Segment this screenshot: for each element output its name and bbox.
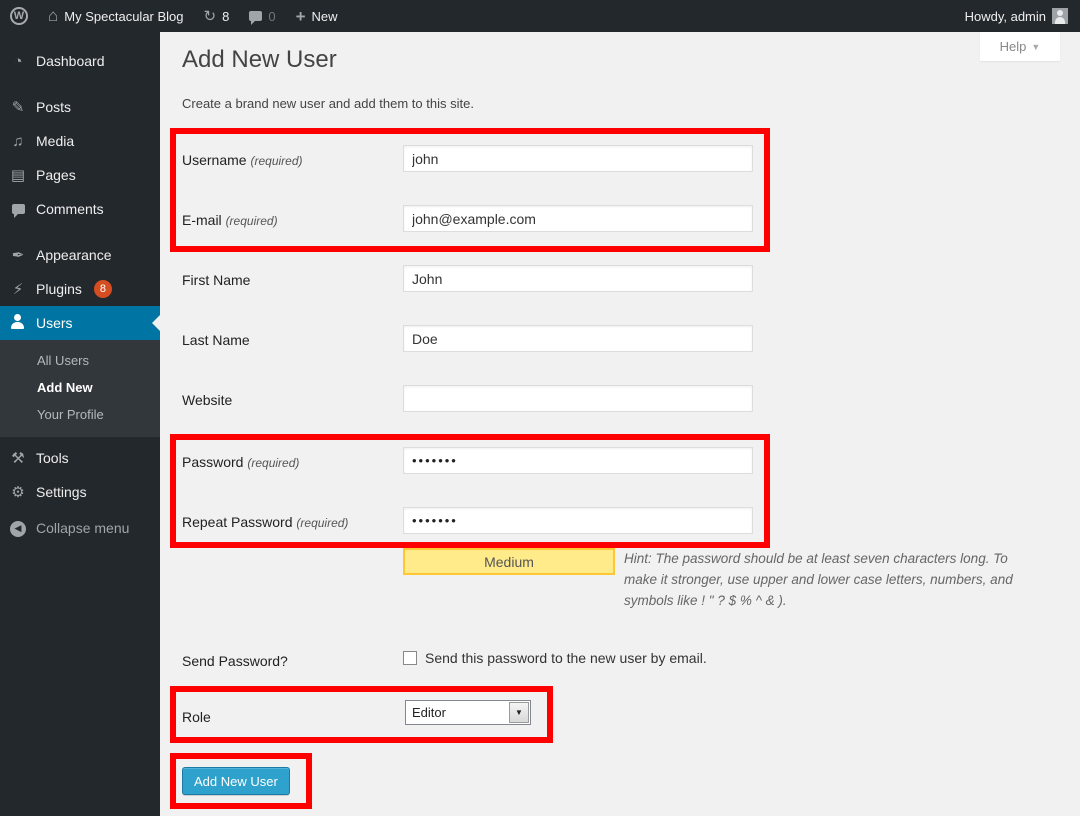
appearance-icon: ✒ bbox=[8, 248, 28, 263]
website-label: Website bbox=[182, 392, 397, 408]
sidebar-label-tools: Tools bbox=[36, 450, 69, 466]
first-name-input[interactable] bbox=[403, 265, 753, 292]
collapse-menu-label: Collapse menu bbox=[36, 520, 129, 536]
plugins-icon: ⚡ bbox=[8, 282, 28, 297]
send-password-label: Send Password? bbox=[182, 653, 397, 669]
sidebar-item-all-users[interactable]: All Users bbox=[0, 347, 160, 374]
users-icon bbox=[8, 314, 28, 332]
media-icon: ♫ bbox=[8, 134, 28, 149]
posts-icon: ✎ bbox=[8, 100, 28, 115]
admin-sidebar: ◔ Dashboard ✎ Posts ♫ Media ▤ Pages Comm… bbox=[0, 32, 160, 816]
website-input[interactable] bbox=[403, 385, 753, 412]
role-selected-value: Editor bbox=[412, 705, 446, 720]
sidebar-label-users: Users bbox=[36, 315, 73, 331]
new-content-menu[interactable]: + New bbox=[286, 0, 348, 32]
dashboard-icon: ◔ bbox=[8, 54, 28, 69]
add-new-user-button[interactable]: Add New User bbox=[182, 767, 290, 795]
updates-count: 8 bbox=[222, 9, 229, 24]
sidebar-item-media[interactable]: ♫ Media bbox=[0, 124, 160, 158]
home-icon: ⌂ bbox=[48, 6, 58, 26]
sidebar-label-settings: Settings bbox=[36, 484, 87, 500]
sidebar-label-plugins: Plugins bbox=[36, 281, 82, 297]
plus-icon: + bbox=[296, 8, 306, 25]
avatar bbox=[1052, 8, 1068, 24]
role-label: Role bbox=[182, 709, 397, 725]
site-name-label: My Spectacular Blog bbox=[64, 9, 183, 24]
page-title: Add New User bbox=[182, 46, 337, 74]
plugins-update-badge: 8 bbox=[94, 280, 112, 298]
new-label: New bbox=[312, 9, 338, 24]
sidebar-item-pages[interactable]: ▤ Pages bbox=[0, 158, 160, 192]
password-strength-row: Medium Hint: The password should be at l… bbox=[383, 548, 1038, 611]
help-label: Help bbox=[1000, 39, 1027, 54]
select-dropdown-arrow-icon[interactable]: ▼ bbox=[509, 702, 529, 723]
sidebar-item-add-new[interactable]: Add New bbox=[0, 374, 160, 401]
wordpress-logo-icon: W bbox=[10, 7, 28, 25]
sidebar-item-plugins[interactable]: ⚡ Plugins 8 bbox=[0, 272, 160, 306]
comments-count: 0 bbox=[268, 9, 275, 24]
send-password-checkbox[interactable] bbox=[403, 651, 417, 665]
sidebar-item-comments[interactable]: Comments bbox=[0, 192, 160, 226]
sidebar-item-appearance[interactable]: ✒ Appearance bbox=[0, 238, 160, 272]
password-hint: Hint: The password should be at least se… bbox=[624, 551, 1013, 608]
send-password-checkbox-label: Send this password to the new user by em… bbox=[425, 650, 707, 666]
last-name-label: Last Name bbox=[182, 332, 397, 348]
username-input[interactable] bbox=[403, 145, 753, 172]
admin-bar: W ⌂ My Spectacular Blog ↻ 8 0 + New Howd… bbox=[0, 0, 1080, 32]
sidebar-item-dashboard[interactable]: ◔ Dashboard bbox=[0, 44, 160, 78]
role-select[interactable]: Editor ▼ bbox=[405, 700, 531, 725]
first-name-label: First Name bbox=[182, 272, 397, 288]
sidebar-label-posts: Posts bbox=[36, 99, 71, 115]
sidebar-item-your-profile[interactable]: Your Profile bbox=[0, 401, 160, 428]
howdy-text: Howdy, admin bbox=[965, 9, 1046, 24]
active-menu-notch bbox=[152, 315, 160, 331]
comments-link[interactable]: 0 bbox=[239, 0, 285, 32]
comments-bubble-icon bbox=[249, 11, 262, 21]
sidebar-label-media: Media bbox=[36, 133, 74, 149]
last-name-input[interactable] bbox=[403, 325, 753, 352]
page-subtitle: Create a brand new user and add them to … bbox=[182, 96, 474, 111]
email-input[interactable] bbox=[403, 205, 753, 232]
sidebar-item-settings[interactable]: ⚙ Settings bbox=[0, 475, 160, 509]
sidebar-label-dashboard: Dashboard bbox=[36, 53, 105, 69]
pages-icon: ▤ bbox=[8, 168, 28, 183]
site-name-link[interactable]: ⌂ My Spectacular Blog bbox=[38, 0, 194, 32]
users-submenu: All Users Add New Your Profile bbox=[0, 340, 160, 437]
wordpress-logo-menu[interactable]: W bbox=[0, 0, 38, 32]
help-button[interactable]: Help ▼ bbox=[980, 32, 1060, 61]
updates-icon: ↻ bbox=[204, 9, 217, 24]
tools-icon: ⚒ bbox=[8, 451, 28, 466]
sidebar-item-posts[interactable]: ✎ Posts bbox=[0, 90, 160, 124]
password-strength-meter: Medium bbox=[403, 548, 615, 575]
settings-icon: ⚙ bbox=[8, 485, 28, 500]
main-content: Help ▼ Add New User Create a brand new u… bbox=[160, 32, 1080, 816]
chevron-down-icon: ▼ bbox=[1031, 42, 1040, 52]
sidebar-item-tools[interactable]: ⚒ Tools bbox=[0, 441, 160, 475]
updates-link[interactable]: ↻ 8 bbox=[194, 0, 240, 32]
collapse-menu-button[interactable]: ◀ Collapse menu bbox=[0, 511, 160, 545]
sidebar-label-pages: Pages bbox=[36, 167, 76, 183]
sidebar-item-users[interactable]: Users bbox=[0, 306, 160, 340]
repeat-password-label: Repeat Password (required) bbox=[182, 514, 397, 530]
email-label: E-mail (required) bbox=[182, 212, 397, 228]
repeat-password-input[interactable] bbox=[403, 507, 753, 534]
password-input[interactable] bbox=[403, 447, 753, 474]
collapse-icon: ◀ bbox=[8, 519, 28, 537]
sidebar-label-comments: Comments bbox=[36, 201, 104, 217]
password-label: Password (required) bbox=[182, 454, 397, 470]
sidebar-label-appearance: Appearance bbox=[36, 247, 112, 263]
comments-icon bbox=[8, 202, 28, 217]
username-label: Username (required) bbox=[182, 152, 397, 168]
my-account-menu[interactable]: Howdy, admin bbox=[955, 0, 1068, 32]
send-password-row: Send this password to the new user by em… bbox=[403, 650, 707, 666]
